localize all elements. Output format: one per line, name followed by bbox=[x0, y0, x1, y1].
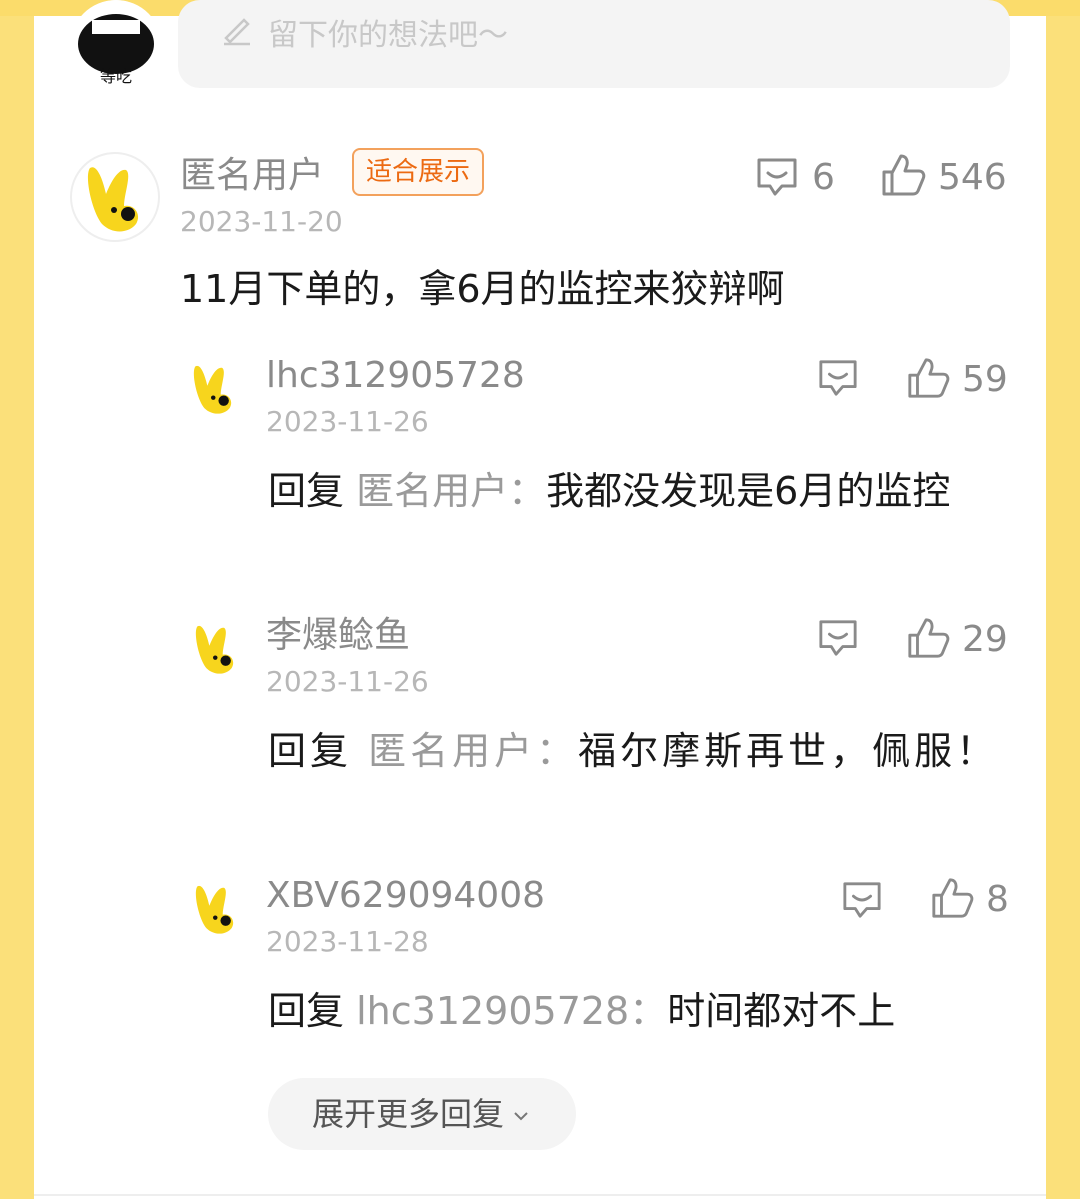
avatar[interactable] bbox=[184, 876, 248, 940]
comment-count: 6 bbox=[812, 157, 835, 198]
reply-body: 时间都对不上 bbox=[667, 989, 896, 1033]
reply-username[interactable]: lhc312905728 bbox=[266, 358, 525, 394]
like-button[interactable] bbox=[880, 152, 926, 198]
avatar[interactable] bbox=[184, 616, 248, 680]
reply-comment-button[interactable] bbox=[840, 880, 884, 920]
reply-username[interactable]: 李爆鲶鱼 bbox=[266, 618, 410, 654]
comment-input-placeholder: 留下你的想法吧～ bbox=[268, 18, 508, 53]
reply-body: 福尔摩斯再世，佩服！ bbox=[578, 729, 999, 773]
like-button[interactable] bbox=[906, 356, 950, 400]
reply-date: 2023-11-28 bbox=[266, 925, 429, 958]
reply-date: 2023-11-26 bbox=[266, 405, 429, 438]
reply-label: 回复 bbox=[268, 729, 353, 773]
pencil-icon bbox=[220, 12, 254, 50]
avatar[interactable] bbox=[182, 356, 246, 420]
reply-text: 回复 lhc312905728：时间都对不上 bbox=[268, 982, 1008, 1040]
reply-to-user[interactable]: 匿名用户 bbox=[356, 469, 508, 513]
like-button[interactable] bbox=[906, 616, 950, 660]
reply-date: 2023-11-26 bbox=[266, 665, 429, 698]
thumbs-up-icon bbox=[882, 154, 926, 196]
chevron-down-icon bbox=[514, 1112, 528, 1121]
comment-text: 11月下单的，拿6月的监控来狡辩啊 bbox=[180, 267, 785, 311]
expand-replies-button[interactable]: 展开更多回复 bbox=[268, 1078, 576, 1150]
comment-panel: 等吃 留下你的想法吧～ 匿名用户 适合展示 2023-11-20 6 546 1… bbox=[34, 0, 1046, 1199]
reply-colon: ： bbox=[508, 469, 547, 513]
reply-text: 回复 匿名用户：福尔摩斯再世，佩服！ bbox=[268, 722, 1008, 780]
my-avatar[interactable]: 等吃 bbox=[70, 0, 162, 92]
reply-colon: ： bbox=[536, 729, 579, 773]
reply-label: 回复 bbox=[268, 989, 345, 1033]
reply-to-user[interactable]: lhc312905728 bbox=[356, 989, 629, 1033]
reply-colon: ： bbox=[629, 989, 668, 1033]
reply-username[interactable]: XBV629094008 bbox=[266, 878, 545, 914]
avatar-caption: 等吃 bbox=[100, 67, 132, 86]
reply-to-user[interactable]: 匿名用户 bbox=[368, 729, 536, 773]
comment-count-button[interactable] bbox=[754, 156, 800, 198]
like-button[interactable] bbox=[930, 876, 974, 920]
reply-body: 我都没发现是6月的监控 bbox=[546, 469, 951, 513]
comment-bubble-icon bbox=[819, 360, 857, 396]
like-count: 59 bbox=[962, 359, 1008, 400]
thumbs-up-icon bbox=[908, 358, 950, 398]
comment-date: 2023-11-20 bbox=[180, 205, 343, 238]
expand-replies-label: 展开更多回复 bbox=[311, 1095, 504, 1133]
reply-comment-button[interactable] bbox=[816, 358, 860, 398]
comment-bubble-icon bbox=[757, 158, 797, 196]
thumbs-up-icon bbox=[932, 878, 974, 918]
avatar[interactable] bbox=[70, 152, 160, 242]
comment-bubble-icon bbox=[819, 620, 857, 656]
status-badge: 适合展示 bbox=[352, 148, 485, 196]
thumbs-up-icon bbox=[908, 618, 950, 658]
reply-label: 回复 bbox=[268, 469, 345, 513]
divider bbox=[34, 1194, 1046, 1196]
reply-text: 回复 匿名用户：我都没发现是6月的监控 bbox=[268, 462, 1008, 520]
comment-username[interactable]: 匿名用户 bbox=[180, 158, 324, 194]
like-count: 29 bbox=[962, 619, 1008, 660]
comment-bubble-icon bbox=[843, 882, 881, 918]
reply-comment-button[interactable] bbox=[816, 618, 860, 658]
like-count: 8 bbox=[986, 879, 1009, 920]
like-count: 546 bbox=[938, 157, 1007, 198]
